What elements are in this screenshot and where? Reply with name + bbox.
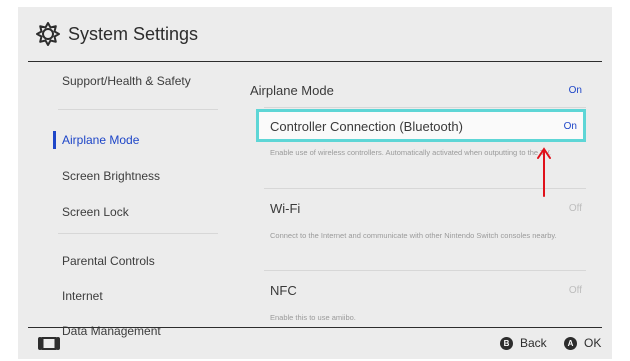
gear-icon: [36, 22, 60, 46]
nfc-label: NFC: [270, 283, 297, 298]
back-label: Back: [520, 336, 547, 350]
sidebar-divider: [58, 109, 218, 110]
content-divider: [264, 270, 586, 271]
sidebar-item-label: Internet: [62, 289, 103, 303]
page-title: System Settings: [68, 24, 199, 44]
back-button[interactable]: B Back: [500, 336, 547, 350]
wifi-description: Connect to the Internet and communicate …: [270, 231, 557, 240]
sidebar-item-parental-controls[interactable]: Parental Controls: [38, 249, 210, 273]
sidebar-item-internet[interactable]: Internet: [38, 284, 210, 308]
annotation-arrow-icon: [537, 147, 551, 197]
airplane-mode-label: Airplane Mode: [250, 83, 334, 98]
sidebar-divider: [58, 233, 218, 234]
system-settings-window: System Settings Support/Health & Safety …: [18, 7, 612, 359]
ok-label: OK: [584, 336, 602, 350]
b-button-icon: B: [500, 336, 513, 350]
ok-button[interactable]: A OK: [564, 336, 601, 350]
selection-indicator: [53, 131, 56, 149]
controller-connection-description: Enable use of wireless controllers. Auto…: [270, 148, 551, 157]
sidebar-item-label: Screen Brightness: [62, 169, 161, 183]
nfc-row[interactable]: NFC Off: [244, 275, 586, 305]
sidebar-item-label: Parental Controls: [62, 254, 155, 268]
footer: B Back A OK: [18, 328, 612, 359]
sidebar-item-screen-brightness[interactable]: Screen Brightness: [38, 164, 210, 188]
wifi-label: Wi-Fi: [270, 201, 301, 216]
controller-connection-label: Controller Connection (Bluetooth): [270, 119, 463, 134]
nfc-description: Enable this to use amiibo.: [270, 313, 356, 322]
console-icon: [38, 337, 60, 350]
airplane-mode-row[interactable]: Airplane Mode On: [244, 75, 586, 105]
header-divider: [28, 61, 602, 62]
content-divider: [264, 107, 586, 108]
sidebar-item-label: Support/Health & Safety: [62, 74, 191, 88]
sidebar-item-support[interactable]: Support/Health & Safety: [38, 69, 210, 93]
nfc-status: Off: [568, 285, 582, 296]
sidebar-item-airplane-mode[interactable]: Airplane Mode: [38, 128, 210, 152]
controller-connection-row[interactable]: Controller Connection (Bluetooth) On: [256, 109, 586, 142]
header: System Settings: [18, 7, 612, 61]
controller-connection-status: On: [563, 121, 577, 132]
wifi-row[interactable]: Wi-Fi Off: [244, 193, 586, 223]
sidebar-item-label: Screen Lock: [62, 205, 129, 219]
wifi-status: Off: [568, 203, 582, 214]
sidebar-item-screen-lock[interactable]: Screen Lock: [38, 200, 210, 224]
a-button-icon: A: [564, 336, 577, 350]
airplane-mode-status: On: [568, 85, 582, 96]
